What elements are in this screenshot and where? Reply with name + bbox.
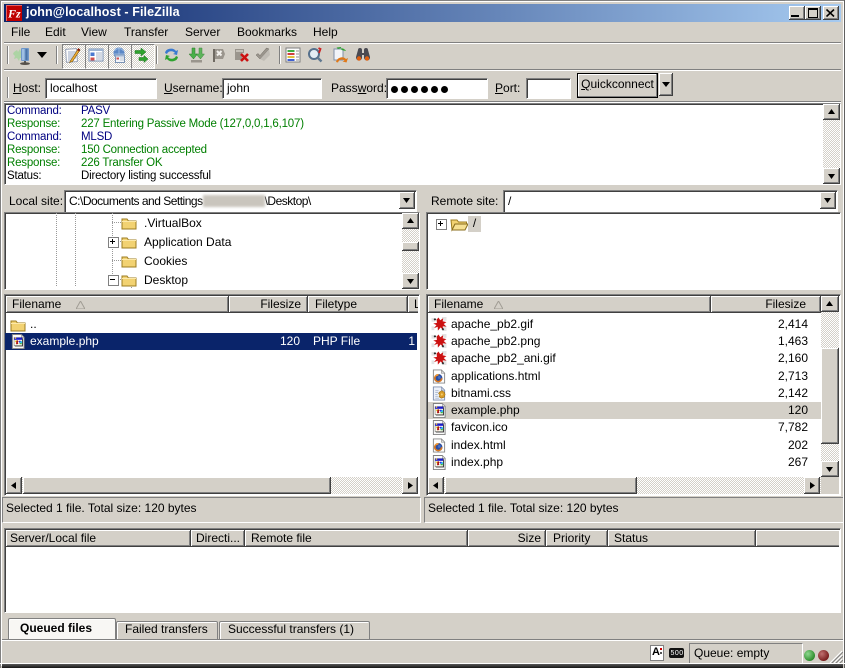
svg-text:Fz: Fz <box>7 7 21 21</box>
